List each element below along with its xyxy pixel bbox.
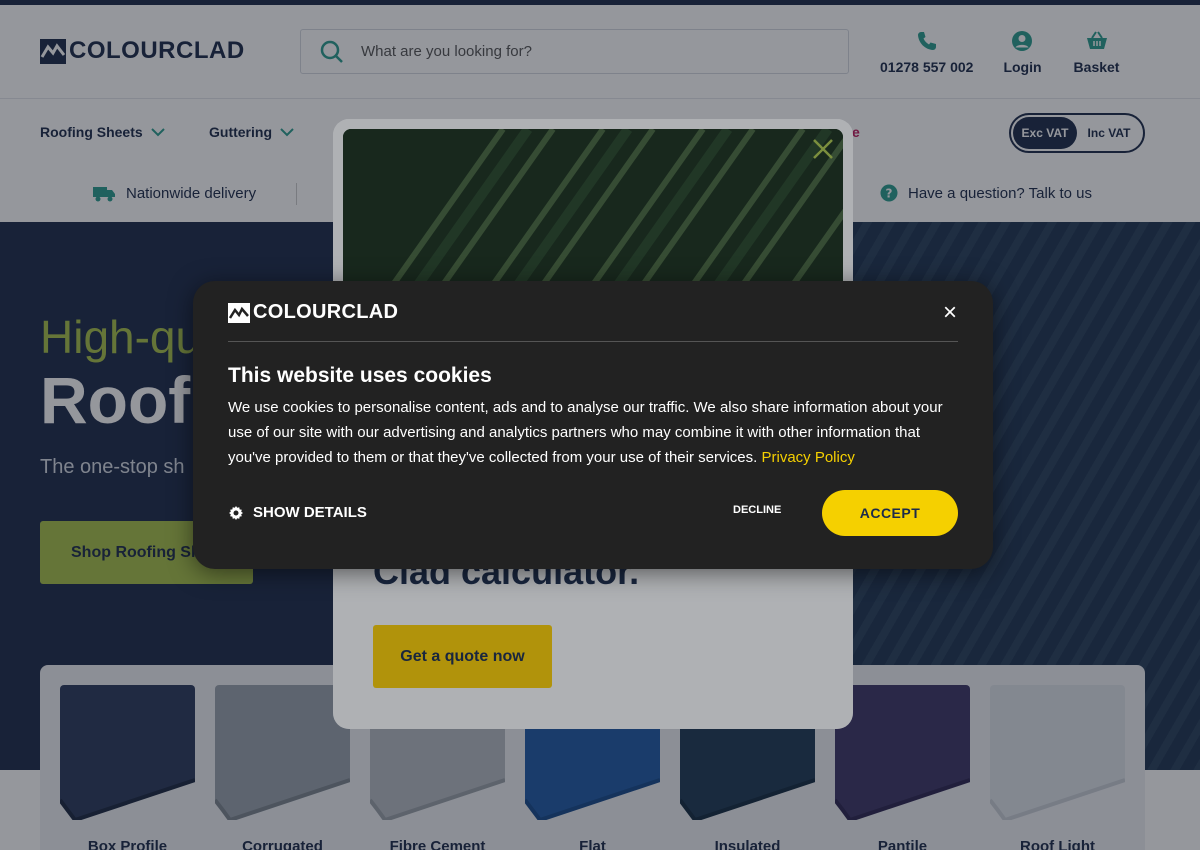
show-details-toggle[interactable]: SHOW DETAILS [228, 504, 367, 521]
decline-button[interactable]: DECLINE [733, 504, 781, 516]
cookie-consent-dialog: COLOURCLAD × This website uses cookies W… [193, 281, 993, 569]
logo-mark-icon [228, 302, 250, 323]
cookie-close-icon[interactable]: × [943, 299, 963, 326]
cookie-divider [228, 341, 958, 342]
cookie-body: We use cookies to personalise content, a… [228, 395, 958, 470]
show-details-label: SHOW DETAILS [253, 504, 367, 521]
cookie-logo-text: COLOURCLAD [253, 301, 399, 323]
cookie-logo: COLOURCLAD [228, 301, 398, 324]
privacy-policy-link[interactable]: Privacy Policy [761, 449, 854, 466]
cookie-title: This website uses cookies [228, 364, 492, 387]
accept-button[interactable]: ACCEPT [822, 490, 958, 536]
gear-icon [229, 505, 243, 520]
